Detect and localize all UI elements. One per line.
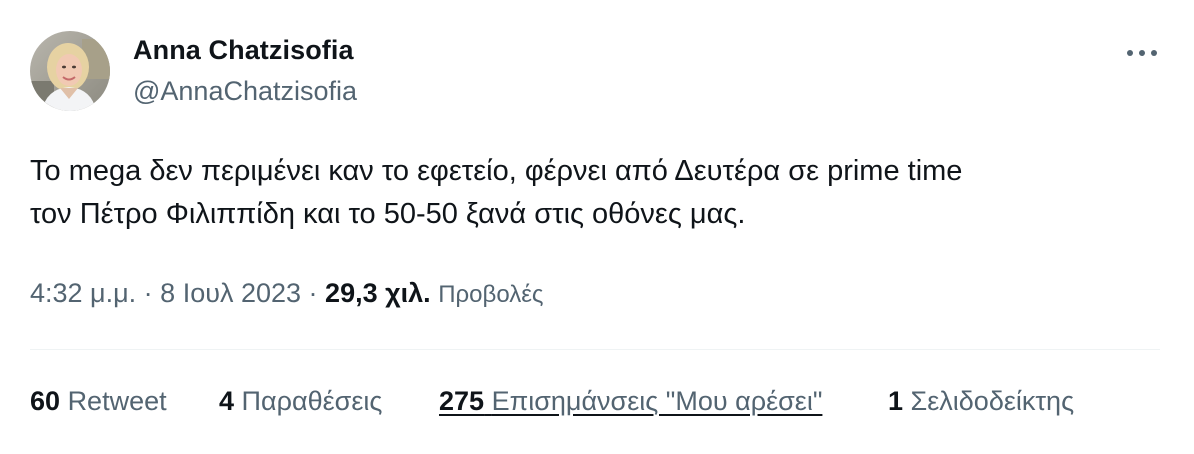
author-name[interactable]: Anna Chatzisofia — [133, 35, 354, 66]
tweet-text: Το mega δεν περιμένει καν το εφετείο, φέ… — [30, 150, 1160, 236]
tweet-text-line: τον Πέτρο Φιλιππίδη και το 50-50 ξανά στ… — [30, 198, 746, 230]
retweets-label: Retweet — [67, 386, 167, 416]
tweet-text-line: Το mega δεν περιμένει καν το εφετείο, φέ… — [30, 155, 963, 187]
author-handle[interactable]: @AnnaChatzisofia — [133, 76, 357, 107]
views-label: Προβολές — [438, 281, 544, 308]
quotes-count: 4 — [219, 386, 235, 416]
tweet-meta: 4:32 μ.μ. · 8 Ιουλ 2023 · 29,3 χιλ. Προβ… — [30, 278, 543, 309]
retweets-stat[interactable]: 60 Retweet — [30, 386, 167, 417]
bookmarks-count: 1 — [888, 386, 904, 416]
meta-separator: · — [301, 278, 326, 308]
views-link[interactable]: 29,3 χιλ. Προβολές — [325, 278, 543, 308]
tweet-card: Anna Chatzisofia @AnnaChatzisofia Το meg… — [0, 0, 1194, 454]
likes-label: Επισημάνσεις "Μου αρέσει" — [491, 386, 823, 416]
retweets-count: 60 — [30, 386, 61, 416]
bookmarks-stat[interactable]: 1 Σελιδοδείκτης — [888, 386, 1074, 417]
quotes-stat[interactable]: 4 Παραθέσεις — [219, 386, 382, 417]
quotes-label: Παραθέσεις — [241, 386, 383, 416]
likes-count: 275 — [439, 386, 485, 416]
profile-photo-icon — [30, 31, 110, 111]
divider — [30, 349, 1160, 350]
tweet-time[interactable]: 4:32 μ.μ. — [30, 278, 136, 308]
tweet-date[interactable]: 8 Ιουλ 2023 — [160, 278, 301, 308]
meta-separator: · — [136, 278, 161, 308]
views-count: 29,3 χιλ. — [325, 278, 431, 308]
more-options-button[interactable] — [1122, 38, 1162, 68]
bookmarks-label: Σελιδοδείκτης — [910, 386, 1075, 416]
author-avatar[interactable] — [30, 31, 110, 111]
likes-stat[interactable]: 275 Επισημάνσεις "Μου αρέσει" — [439, 386, 822, 417]
more-horizontal-icon — [1127, 50, 1157, 56]
